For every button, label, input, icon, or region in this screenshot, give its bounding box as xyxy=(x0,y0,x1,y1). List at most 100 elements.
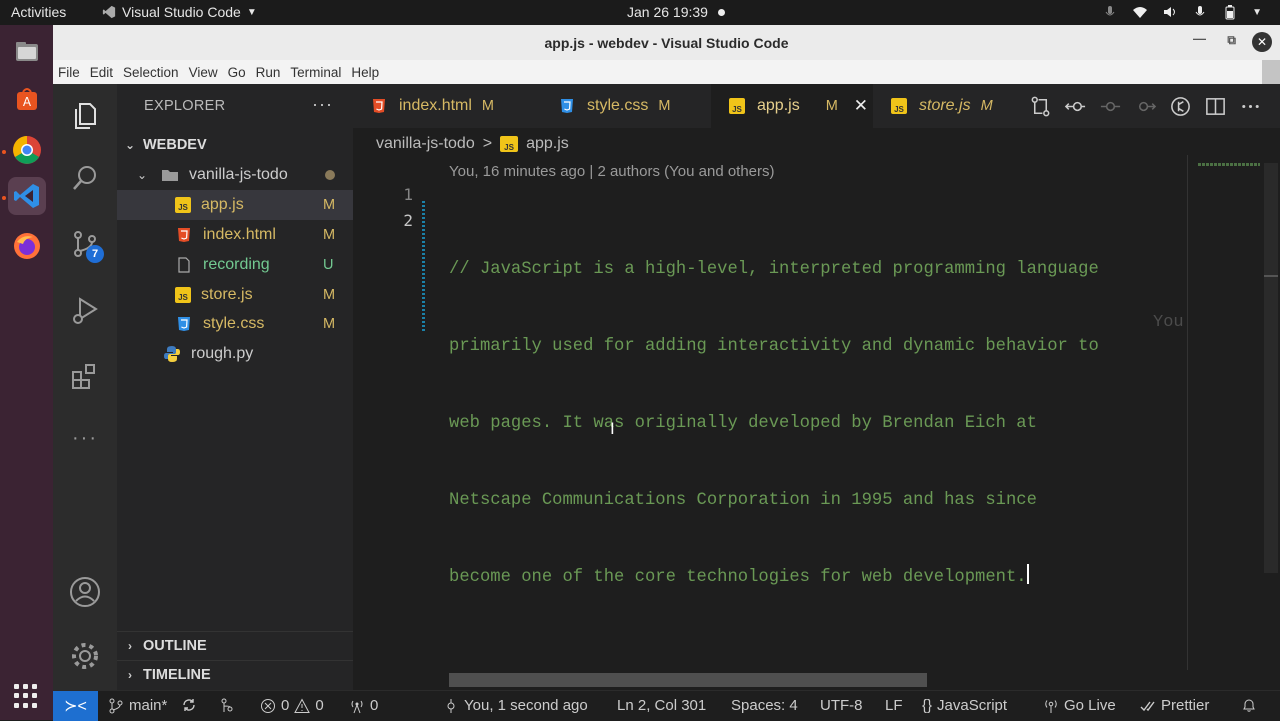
menu-selection[interactable]: Selection xyxy=(118,65,184,80)
battery-icon xyxy=(1225,5,1235,20)
extensions-icon xyxy=(72,364,95,389)
chrome-running-indicator xyxy=(2,150,6,154)
tab-store-js[interactable]: JS store.js M xyxy=(873,84,1023,128)
tab-style-css[interactable]: style.css M xyxy=(541,84,711,128)
search-activity[interactable] xyxy=(53,154,117,202)
branch-status[interactable]: main* xyxy=(108,697,167,714)
activities-button[interactable]: Activities xyxy=(11,4,66,20)
timeline-section[interactable]: › TIMELINE xyxy=(117,660,353,688)
close-tab-icon[interactable]: ✕ xyxy=(854,96,868,116)
minimize-icon[interactable]: — xyxy=(1193,31,1206,46)
menu-go[interactable]: Go xyxy=(223,65,251,80)
vscode-dock-item[interactable] xyxy=(8,177,46,215)
clock[interactable]: Jan 26 19:39 xyxy=(627,4,708,20)
app-menu[interactable]: Visual Studio Code ▼ xyxy=(102,4,257,20)
source-control-activity[interactable]: 7 xyxy=(53,220,117,268)
volume-icon xyxy=(1164,7,1176,17)
extensions-activity[interactable] xyxy=(53,352,117,400)
file-name: recording xyxy=(203,256,270,273)
gnome-top-bar: Activities Visual Studio Code ▼ Jan 26 1… xyxy=(0,0,1280,25)
notifications-button[interactable] xyxy=(1241,697,1257,713)
close-window-icon[interactable]: ✕ xyxy=(1252,32,1272,52)
firefox-icon xyxy=(14,233,40,259)
outline-section[interactable]: › OUTLINE xyxy=(117,631,353,659)
file-name: style.css xyxy=(203,315,265,332)
menu-terminal[interactable]: Terminal xyxy=(285,65,346,80)
firefox-dock-item[interactable] xyxy=(8,227,46,265)
menu-scrollbar xyxy=(1262,60,1280,84)
minimap[interactable] xyxy=(1198,163,1260,166)
blame-status[interactable]: You, 1 second ago xyxy=(443,697,588,714)
vscode-icon xyxy=(102,5,116,19)
file-style-css[interactable]: style.css M xyxy=(117,309,353,339)
wifi-icon xyxy=(1133,7,1148,18)
toggle-blame-icon[interactable] xyxy=(1169,95,1192,118)
horizontal-scrollbar[interactable] xyxy=(449,673,927,687)
explorer-header: EXPLORER xyxy=(144,98,226,114)
breadcrumb-separator: > xyxy=(482,135,493,152)
more-actions-icon[interactable] xyxy=(1239,95,1262,118)
file-store-js[interactable]: JS store.js M xyxy=(117,280,353,310)
split-editor-icon[interactable] xyxy=(1204,95,1227,118)
workspace-root[interactable]: ⌄ WEBDEV xyxy=(117,131,353,159)
system-tray[interactable]: ▼ xyxy=(1102,4,1262,20)
javascript-file-icon: JS xyxy=(889,97,909,115)
previous-change-icon[interactable] xyxy=(1064,95,1087,118)
encoding-status[interactable]: UTF-8 xyxy=(820,697,863,714)
menu-help[interactable]: Help xyxy=(346,65,384,80)
manage-activity[interactable] xyxy=(53,632,117,680)
run-debug-activity[interactable] xyxy=(53,286,117,334)
compare-changes-icon[interactable] xyxy=(1029,95,1052,118)
indentation-status[interactable]: Spaces: 4 xyxy=(731,697,798,714)
run-debug-icon xyxy=(73,297,98,324)
language-mode[interactable]: {} JavaScript xyxy=(922,697,1007,714)
breadcrumb-file[interactable]: app.js xyxy=(526,135,569,153)
software-dock-item[interactable]: A xyxy=(8,80,46,118)
branch-name: main* xyxy=(129,697,168,714)
tab-app-js[interactable]: JS app.js M ✕ xyxy=(711,84,873,128)
file-index-html[interactable]: index.html M xyxy=(117,220,353,250)
files-dock-item[interactable] xyxy=(8,33,46,71)
eol-status[interactable]: LF xyxy=(885,697,903,714)
tab-index-html[interactable]: index.html M xyxy=(353,84,541,128)
file-app-js[interactable]: JS app.js M xyxy=(117,190,353,220)
breadcrumb-folder[interactable]: vanilla-js-todo xyxy=(376,135,475,153)
system-menu-caret-icon: ▼ xyxy=(1252,6,1262,18)
prettier-status[interactable]: Prettier xyxy=(1140,697,1209,714)
git-commit-icon[interactable] xyxy=(1099,95,1122,118)
sync-button[interactable] xyxy=(181,697,197,713)
remote-indicator-icon[interactable]: ≻< xyxy=(53,691,98,721)
menu-run[interactable]: Run xyxy=(251,65,286,80)
file-rough-py[interactable]: rough.py xyxy=(117,339,353,369)
menu-edit[interactable]: Edit xyxy=(85,65,118,80)
more-activity-icon[interactable]: ··· xyxy=(53,414,117,462)
explorer-more-actions-icon[interactable]: ··· xyxy=(312,94,333,115)
maximize-icon[interactable]: ⧉ xyxy=(1227,33,1236,48)
git-codelens[interactable]: You, 16 minutes ago | 2 authors (You and… xyxy=(449,163,775,180)
menu-file[interactable]: File xyxy=(53,65,85,80)
source-control-badge: 7 xyxy=(86,245,104,263)
explorer-activity[interactable] xyxy=(53,92,117,140)
chevron-down-icon: ⌄ xyxy=(137,168,148,182)
code-content[interactable]: // JavaScript is a high-level, interpret… xyxy=(449,206,1189,642)
problems-status[interactable]: 0 0 xyxy=(260,697,324,714)
cursor-position[interactable]: Ln 2, Col 301 xyxy=(617,697,706,714)
next-change-icon[interactable] xyxy=(1134,95,1157,118)
line-number: 1 xyxy=(403,185,413,204)
chrome-dock-item[interactable] xyxy=(8,131,46,169)
accounts-activity[interactable] xyxy=(53,568,117,616)
code-editor[interactable]: You, 16 minutes ago | 2 authors (You and… xyxy=(353,155,1280,687)
show-applications-icon[interactable] xyxy=(14,684,38,708)
go-live-button[interactable]: Go Live xyxy=(1043,697,1116,714)
ports-status[interactable]: 0 xyxy=(349,697,378,714)
git-graph-button[interactable] xyxy=(219,697,235,713)
warning-icon xyxy=(294,697,311,713)
vertical-scrollbar[interactable] xyxy=(1264,163,1278,573)
folder-vanilla-js-todo[interactable]: ⌄ vanilla-js-todo xyxy=(117,160,353,190)
window-title-bar[interactable]: app.js - webdev - Visual Studio Code — ⧉… xyxy=(53,25,1280,60)
html-file-icon xyxy=(369,97,389,115)
ports-count: 0 xyxy=(370,697,379,714)
menu-view[interactable]: View xyxy=(184,65,223,80)
error-icon xyxy=(261,698,275,713)
file-recording[interactable]: recording U xyxy=(117,250,353,280)
